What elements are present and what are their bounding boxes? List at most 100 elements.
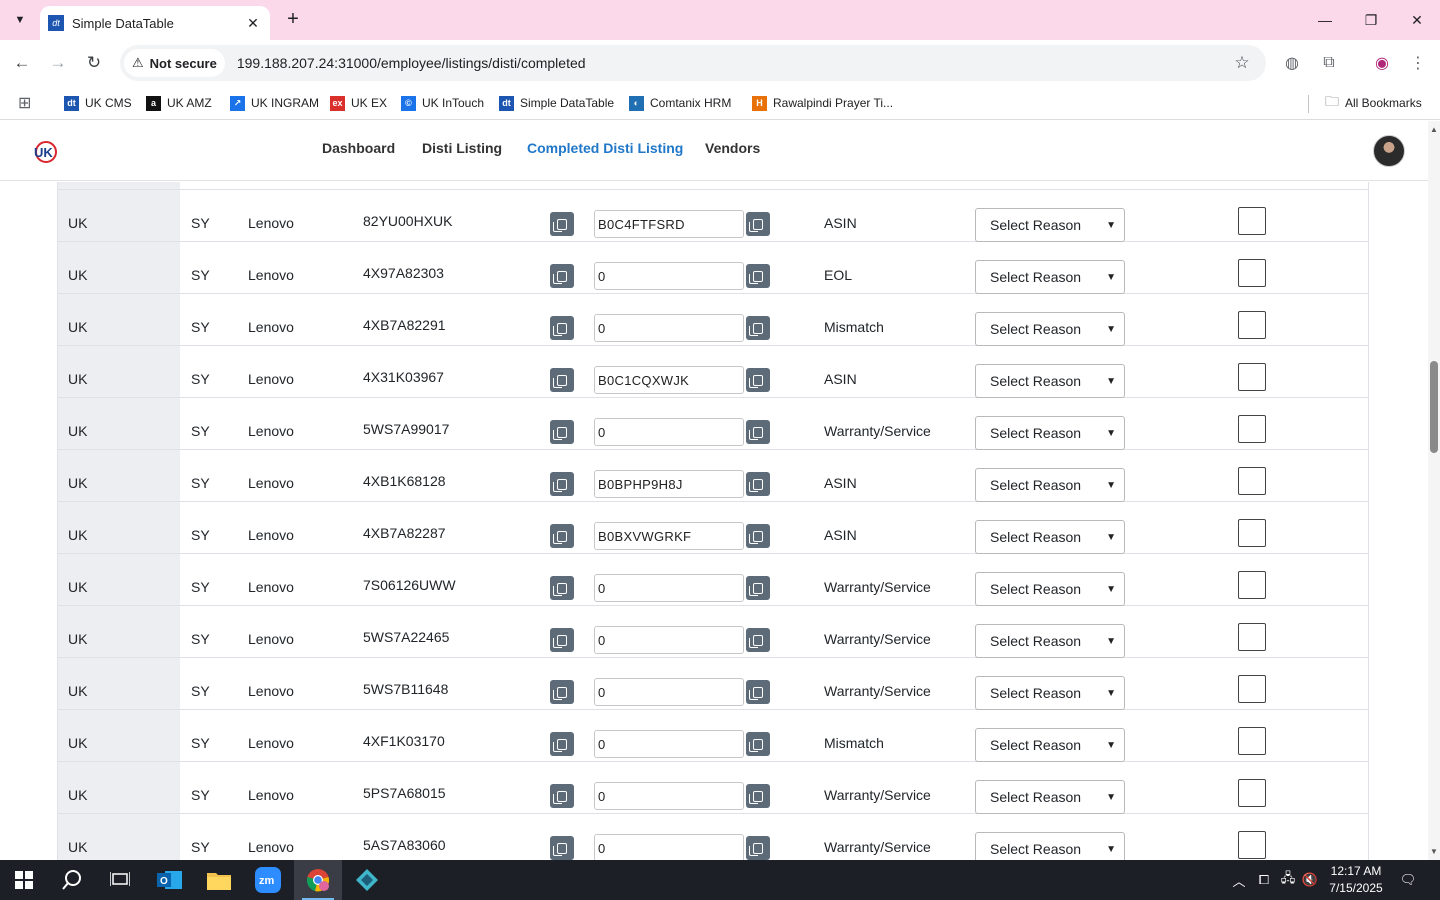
address-bar[interactable]: ⚠ Not secure 199.188.207.24:31000/employ… — [120, 45, 1266, 81]
row-checkbox[interactable] — [1238, 623, 1266, 651]
browser-tab[interactable]: dt Simple DataTable ✕ — [40, 6, 270, 40]
start-icon[interactable] — [0, 860, 48, 900]
nav-completed-disti-listing[interactable]: Completed Disti Listing — [527, 140, 683, 156]
reason-select[interactable]: Select Reason ▼ — [975, 624, 1125, 658]
copy-asin-button[interactable] — [746, 420, 770, 444]
copy-part-button[interactable] — [550, 368, 574, 392]
security-chip[interactable]: ⚠ Not secure — [124, 49, 225, 77]
network-icon[interactable]: 🖧 — [1278, 860, 1298, 900]
copy-asin-button[interactable] — [746, 628, 770, 652]
copy-asin-button[interactable] — [746, 680, 770, 704]
copy-asin-button[interactable] — [746, 368, 770, 392]
asin-input[interactable] — [594, 470, 744, 498]
reason-select[interactable]: Select Reason ▼ — [975, 780, 1125, 814]
close-window-icon[interactable]: ✕ — [1394, 6, 1440, 34]
outlook-icon[interactable]: O — [146, 860, 194, 900]
copy-part-button[interactable] — [550, 680, 574, 704]
row-checkbox[interactable] — [1238, 311, 1266, 339]
copy-asin-button[interactable] — [746, 784, 770, 808]
translate-icon[interactable]: ◍ — [1281, 52, 1303, 74]
row-checkbox[interactable] — [1238, 779, 1266, 807]
asin-input[interactable] — [594, 834, 744, 860]
copy-part-button[interactable] — [550, 576, 574, 600]
taskbar-clock[interactable]: 12:17 AM 7/15/2025 — [1318, 863, 1394, 897]
page-scrollbar[interactable]: ▲ ▼ — [1428, 121, 1440, 860]
reason-select[interactable]: Select Reason ▼ — [975, 364, 1125, 398]
profile-icon[interactable]: ◉ — [1371, 52, 1393, 74]
asin-input[interactable] — [594, 730, 744, 758]
row-checkbox[interactable] — [1238, 259, 1266, 287]
copy-part-button[interactable] — [550, 420, 574, 444]
forward-icon[interactable]: → — [45, 50, 71, 76]
new-tab-icon[interactable]: + — [282, 8, 304, 30]
asin-input[interactable] — [594, 574, 744, 602]
copy-part-button[interactable] — [550, 264, 574, 288]
asin-input[interactable] — [594, 418, 744, 446]
bookmark-item[interactable]: © UK InTouch — [401, 92, 484, 114]
copy-part-button[interactable] — [550, 836, 574, 860]
row-checkbox[interactable] — [1238, 519, 1266, 547]
row-checkbox[interactable] — [1238, 727, 1266, 755]
copy-part-button[interactable] — [550, 316, 574, 340]
copy-asin-button[interactable] — [746, 264, 770, 288]
tray-device-icon[interactable]: ⧠ — [1254, 860, 1274, 900]
bookmark-item[interactable]: ex UK EX — [330, 92, 387, 114]
copy-asin-button[interactable] — [746, 212, 770, 236]
chrome-icon[interactable] — [294, 860, 342, 900]
volume-muted-icon[interactable]: 🔇 — [1300, 860, 1320, 900]
reason-select[interactable]: Select Reason ▼ — [975, 520, 1125, 554]
tab-search-icon[interactable]: ▼ — [8, 8, 32, 32]
asin-input[interactable] — [594, 210, 744, 238]
bookmark-item[interactable]: ↗ UK INGRAM — [230, 92, 319, 114]
reason-select[interactable]: Select Reason ▼ — [975, 832, 1125, 860]
uk-logo-icon[interactable]: UK — [32, 138, 58, 164]
row-checkbox[interactable] — [1238, 675, 1266, 703]
row-checkbox[interactable] — [1238, 415, 1266, 443]
reason-select[interactable]: Select Reason ▼ — [975, 728, 1125, 762]
back-icon[interactable]: ← — [9, 50, 35, 76]
task-view-icon[interactable] — [96, 860, 144, 900]
reason-select[interactable]: Select Reason ▼ — [975, 208, 1125, 242]
scroll-thumb[interactable] — [1430, 361, 1438, 453]
copy-asin-button[interactable] — [746, 576, 770, 600]
asin-input[interactable] — [594, 262, 744, 290]
nav-vendors[interactable]: Vendors — [705, 140, 760, 156]
tab-close-icon[interactable]: ✕ — [244, 15, 262, 32]
row-checkbox[interactable] — [1238, 207, 1266, 235]
asin-input[interactable] — [594, 678, 744, 706]
bookmark-star-icon[interactable]: ☆ — [1226, 53, 1258, 73]
copy-part-button[interactable] — [550, 628, 574, 652]
copy-part-button[interactable] — [550, 524, 574, 548]
reason-select[interactable]: Select Reason ▼ — [975, 260, 1125, 294]
search-icon[interactable] — [48, 860, 96, 900]
asin-input[interactable] — [594, 782, 744, 810]
scroll-down-icon[interactable]: ▼ — [1430, 847, 1438, 856]
copy-part-button[interactable] — [550, 212, 574, 236]
tray-chevron-icon[interactable]: ︿ — [1230, 860, 1248, 900]
copy-part-button[interactable] — [550, 784, 574, 808]
nav-disti-listing[interactable]: Disti Listing — [422, 140, 502, 156]
copy-asin-button[interactable] — [746, 836, 770, 860]
row-checkbox[interactable] — [1238, 831, 1266, 859]
asin-input[interactable] — [594, 522, 744, 550]
bookmark-item[interactable]: a UK AMZ — [146, 92, 212, 114]
reason-select[interactable]: Select Reason ▼ — [975, 468, 1125, 502]
asin-input[interactable] — [594, 366, 744, 394]
copy-asin-button[interactable] — [746, 524, 770, 548]
copy-asin-button[interactable] — [746, 732, 770, 756]
scroll-up-icon[interactable]: ▲ — [1430, 125, 1438, 134]
nav-dashboard[interactable]: Dashboard — [322, 140, 395, 156]
bookmark-item[interactable]: ◐ Comtanix HRM — [629, 92, 731, 114]
zoom-icon[interactable]: zm — [244, 860, 292, 900]
menu-icon[interactable]: ⋮ — [1407, 52, 1429, 74]
bookmark-item[interactable]: dt Simple DataTable — [499, 92, 614, 114]
bookmark-item[interactable]: dt UK CMS — [64, 92, 132, 114]
reason-select[interactable]: Select Reason ▼ — [975, 312, 1125, 346]
url-text[interactable]: 199.188.207.24:31000/employee/listings/d… — [237, 55, 1226, 71]
reload-icon[interactable]: ↻ — [81, 50, 107, 76]
asin-input[interactable] — [594, 626, 744, 654]
all-bookmarks[interactable]: 🗀 All Bookmarks — [1325, 92, 1422, 114]
extensions-icon[interactable]: ⧉ — [1318, 52, 1340, 74]
row-checkbox[interactable] — [1238, 467, 1266, 495]
reason-select[interactable]: Select Reason ▼ — [975, 676, 1125, 710]
